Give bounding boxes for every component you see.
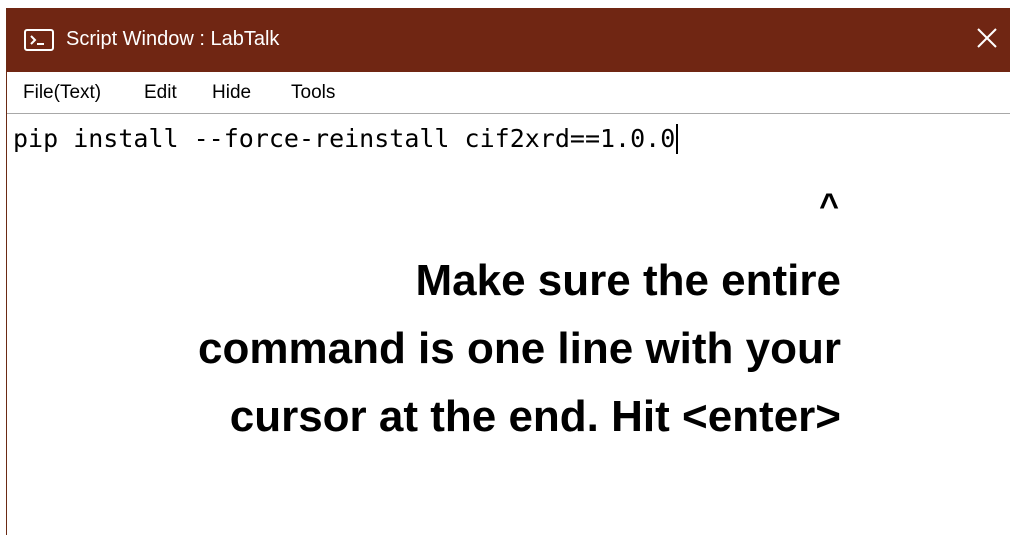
command-line[interactable]: pip install --force-reinstall cif2xrd==1… (13, 124, 679, 154)
menu-bar: File(Text) Edit Hide Tools (7, 72, 1010, 114)
text-cursor (676, 124, 679, 154)
title-bar[interactable]: Script Window : LabTalk (7, 8, 1010, 72)
terminal-icon (24, 29, 54, 51)
command-text: pip install --force-reinstall cif2xrd==1… (13, 124, 676, 153)
menu-edit[interactable]: Edit (144, 81, 177, 105)
pointer-caret: ^ (819, 187, 839, 225)
menu-tools[interactable]: Tools (291, 81, 335, 105)
instruction-line-2: command is one line with your (198, 324, 841, 373)
menu-hide[interactable]: Hide (212, 81, 251, 105)
instruction-line-1: Make sure the entire (415, 256, 842, 305)
close-icon (976, 27, 998, 54)
script-editor[interactable]: pip install --force-reinstall cif2xrd==1… (7, 114, 1010, 535)
script-window: Script Window : LabTalk File(Text) Edit … (6, 8, 1010, 535)
menu-file[interactable]: File(Text) (23, 81, 101, 105)
window-title: Script Window : LabTalk (66, 28, 280, 50)
close-button[interactable] (963, 8, 1010, 72)
instruction-line-3: cursor at the end. Hit <enter> (229, 392, 841, 441)
